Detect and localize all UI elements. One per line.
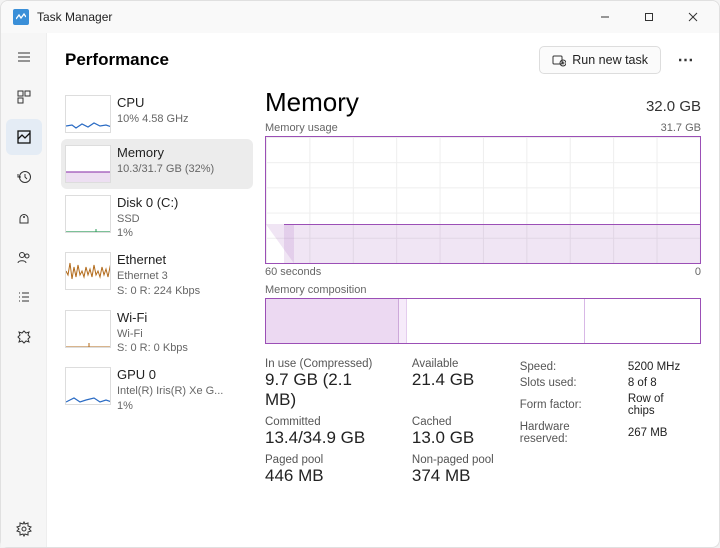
- nav-users-icon[interactable]: [6, 239, 42, 275]
- nav-rail: [1, 33, 47, 547]
- stats-right: Speed:5200 MHzSlots used:8 of 8Form fact…: [518, 358, 701, 486]
- titlebar: Task Manager: [1, 1, 719, 33]
- nav-performance-icon[interactable]: [6, 119, 42, 155]
- detail-title: Memory: [265, 87, 646, 118]
- nav-startup-icon[interactable]: [6, 199, 42, 235]
- stat-item: Cached13.0 GB: [412, 416, 494, 448]
- minimize-button[interactable]: [583, 1, 627, 33]
- sidepanel-item-disk0[interactable]: Disk 0 (C:)SSD1%: [61, 189, 253, 246]
- page-title: Performance: [65, 50, 539, 70]
- usage-label: Memory usage: [265, 122, 338, 134]
- axis-right: 0: [695, 266, 701, 278]
- memory-composition-bar: [265, 298, 701, 344]
- window-title: Task Manager: [37, 10, 583, 24]
- nav-processes-icon[interactable]: [6, 79, 42, 115]
- nav-hamburger-icon[interactable]: [6, 39, 42, 75]
- run-new-task-button[interactable]: Run new task: [539, 46, 661, 74]
- nav-details-icon[interactable]: [6, 279, 42, 315]
- memory-usage-graph: [265, 136, 701, 264]
- usage-max: 31.7 GB: [661, 122, 701, 134]
- sidepanel-item-memory[interactable]: Memory10.3/31.7 GB (32%): [61, 139, 253, 189]
- nav-services-icon[interactable]: [6, 319, 42, 355]
- close-button[interactable]: [671, 1, 715, 33]
- sidepanel-item-ethernet[interactable]: EthernetEthernet 3S: 0 R: 224 Kbps: [61, 246, 253, 303]
- stat-item: Paged pool446 MB: [265, 454, 386, 486]
- ethernet-thumb: [65, 252, 111, 290]
- stat-item: Available21.4 GB: [412, 358, 494, 410]
- more-button[interactable]: ⋯: [669, 45, 703, 75]
- run-new-task-label: Run new task: [572, 53, 648, 67]
- performance-sidepanel: CPU10% 4.58 GHz Memory10.3/31.7 GB (32%)…: [61, 85, 253, 547]
- stat-item: In use (Compressed)9.7 GB (2.1 MB): [265, 358, 386, 410]
- stat-item: Committed13.4/34.9 GB: [265, 416, 386, 448]
- sidepanel-item-cpu[interactable]: CPU10% 4.58 GHz: [61, 89, 253, 139]
- detail-panel: Memory 32.0 GB Memory usage 31.7 GB 60 s…: [253, 85, 719, 547]
- maximize-button[interactable]: [627, 1, 671, 33]
- gpu-thumb: [65, 367, 111, 405]
- stat-item: Non-paged pool374 MB: [412, 454, 494, 486]
- memory-thumb: [65, 145, 111, 183]
- axis-left: 60 seconds: [265, 266, 321, 278]
- run-task-icon: [552, 53, 566, 67]
- sidepanel-item-wifi[interactable]: Wi-FiWi-FiS: 0 R: 0 Kbps: [61, 304, 253, 361]
- composition-label: Memory composition: [265, 284, 701, 296]
- nav-settings-icon[interactable]: [6, 511, 42, 547]
- app-icon: [13, 9, 29, 25]
- sidepanel-item-gpu0[interactable]: GPU 0Intel(R) Iris(R) Xe G...1%: [61, 361, 253, 418]
- detail-total: 32.0 GB: [646, 98, 701, 115]
- nav-history-icon[interactable]: [6, 159, 42, 195]
- stats-left: In use (Compressed)9.7 GB (2.1 MB) Availa…: [265, 358, 494, 486]
- disk-thumb: [65, 195, 111, 233]
- wifi-thumb: [65, 310, 111, 348]
- cpu-thumb: [65, 95, 111, 133]
